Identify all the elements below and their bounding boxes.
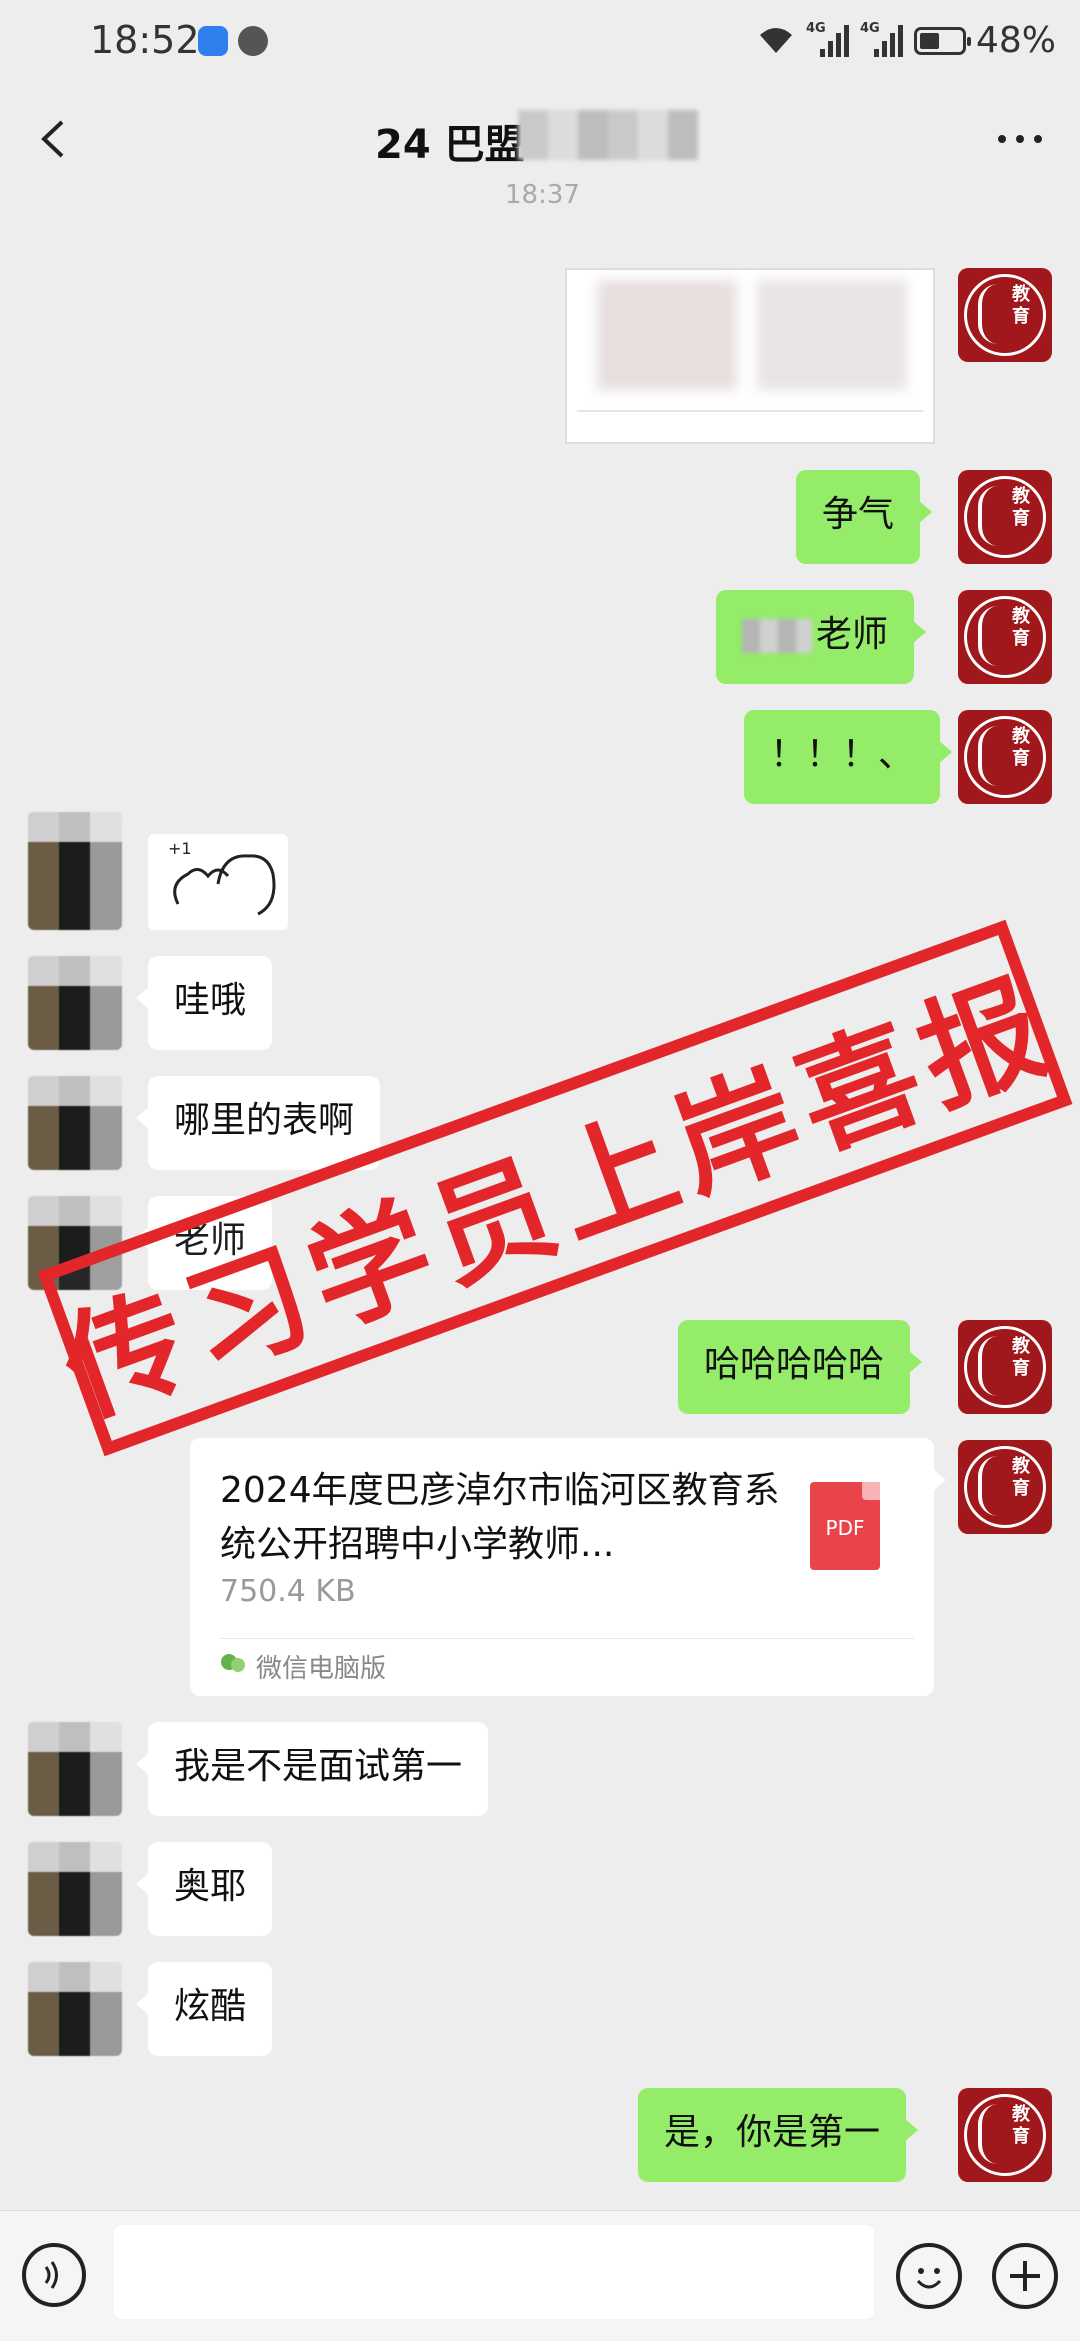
status-bar: 18:52 4G 4G 48% xyxy=(0,0,1080,84)
message-bubble-contact[interactable]: 我是不是面试第一 xyxy=(135,1722,489,1816)
avatar-label: 教育 xyxy=(1012,284,1030,327)
blurred-name xyxy=(742,619,812,653)
message-text: 是，你是第一 xyxy=(664,2112,881,2153)
avatar-label: 教育 xyxy=(1012,606,1030,649)
message-bubble-contact[interactable]: 奥耶 xyxy=(135,1842,273,1936)
message-input[interactable] xyxy=(114,2225,874,2319)
message-text: 老师 xyxy=(816,614,889,655)
wechat-pc-icon xyxy=(221,1654,245,1672)
file-name: 2024年度巴彦淖尔市临河区教育系统公开招聘中小学教师... xyxy=(220,1470,780,1565)
cloud-app-icon xyxy=(198,26,228,56)
my-avatar[interactable]: 教育 xyxy=(958,268,1052,362)
chat-timestamp: 18:37 xyxy=(505,180,580,210)
file-message-card[interactable]: 2024年度巴彦淖尔市临河区教育系统公开招聘中小学教师... 750.4 KB … xyxy=(190,1438,946,1696)
message-bubble-mine[interactable]: 老师 xyxy=(716,590,927,684)
input-bar xyxy=(0,2210,1080,2341)
pdf-icon-label: PDF xyxy=(825,1516,865,1540)
file-size: 750.4 KB xyxy=(220,1574,356,1609)
wechat-icon xyxy=(238,26,268,56)
contact-avatar[interactable] xyxy=(28,1842,122,1936)
file-source: 微信电脑版 xyxy=(256,1654,387,1684)
contact-avatar[interactable] xyxy=(28,1962,122,2056)
cat-sticker-icon: +1 xyxy=(168,839,276,916)
message-bubble-contact[interactable]: 哇哦 xyxy=(135,956,273,1050)
message-text: 哪里的表啊 xyxy=(174,1100,355,1141)
message-bubble-mine[interactable]: ！！！、 xyxy=(744,710,953,804)
svg-text:+1: +1 xyxy=(168,839,192,858)
message-text: ！！！、 xyxy=(770,734,915,775)
avatar-label: 教育 xyxy=(1012,486,1030,529)
title-blurred-part xyxy=(518,110,698,160)
voice-icon xyxy=(44,2261,58,2289)
message-text: 哈哈哈哈哈 xyxy=(704,1344,885,1385)
wifi-icon xyxy=(756,25,796,57)
sticker-message[interactable]: +1 xyxy=(148,834,288,930)
message-text: 哇哦 xyxy=(174,980,247,1021)
message-bubble-mine[interactable]: 争气 xyxy=(796,470,933,564)
my-avatar[interactable]: 教育 xyxy=(958,590,1052,684)
message-text: 我是不是面试第一 xyxy=(174,1746,463,1787)
message-bubble-mine[interactable]: 哈哈哈哈哈 xyxy=(678,1320,923,1414)
chat-title: 24 巴盟 xyxy=(375,122,525,168)
emoji-button[interactable] xyxy=(896,2243,962,2309)
back-button[interactable] xyxy=(30,114,80,164)
emoji-icon xyxy=(916,2268,942,2289)
contact-avatar[interactable] xyxy=(28,956,122,1050)
my-avatar[interactable]: 教育 xyxy=(958,2088,1052,2182)
voice-input-button[interactable] xyxy=(22,2243,86,2307)
chat-header: 24 巴盟 xyxy=(0,84,1080,192)
message-bubble-contact[interactable]: 哪里的表啊 xyxy=(135,1076,381,1170)
chevron-left-icon xyxy=(41,120,64,158)
plus-button[interactable] xyxy=(992,2243,1058,2309)
message-bubble-contact[interactable]: 炫酷 xyxy=(135,1962,273,2056)
contact-avatar[interactable] xyxy=(28,812,122,930)
avatar-label: 教育 xyxy=(1012,1456,1030,1499)
pdf-icon: PDF xyxy=(810,1482,880,1570)
avatar-label: 教育 xyxy=(1012,1336,1030,1379)
message-text: 争气 xyxy=(822,494,895,535)
avatar-label: 教育 xyxy=(1012,726,1030,769)
contact-avatar[interactable] xyxy=(28,1722,122,1816)
message-text: 奥耶 xyxy=(174,1866,247,1907)
message-text: 炫酷 xyxy=(174,1986,247,2027)
signal-icon-2: 4G xyxy=(860,21,904,61)
status-time: 18:52 xyxy=(90,18,200,62)
contact-avatar[interactable] xyxy=(28,1076,122,1170)
divider xyxy=(220,1638,914,1639)
signal-icon-1: 4G xyxy=(806,21,850,61)
image-message[interactable] xyxy=(565,268,935,444)
status-right: 4G 4G 48% xyxy=(756,20,1056,61)
my-avatar[interactable]: 教育 xyxy=(958,710,1052,804)
more-dots-icon xyxy=(998,135,1042,143)
my-avatar[interactable]: 教育 xyxy=(958,470,1052,564)
my-avatar[interactable]: 教育 xyxy=(958,1440,1052,1534)
message-bubble-mine[interactable]: 是，你是第一 xyxy=(638,2088,919,2182)
avatar-label: 教育 xyxy=(1012,2104,1030,2147)
more-options-button[interactable] xyxy=(990,114,1050,164)
my-avatar[interactable]: 教育 xyxy=(958,1320,1052,1414)
battery-icon xyxy=(913,26,971,55)
battery-fill xyxy=(919,32,939,49)
battery-percent: 48% xyxy=(975,20,1056,61)
